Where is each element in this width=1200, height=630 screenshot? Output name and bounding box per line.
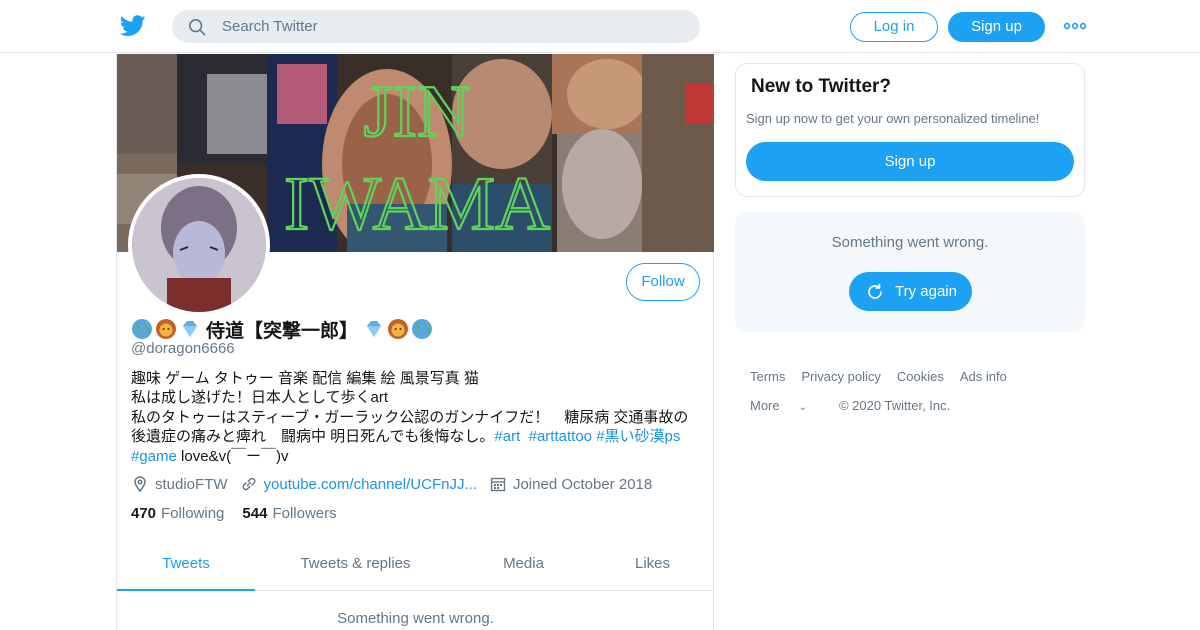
link-icon [242,477,256,491]
refresh-icon [868,283,882,299]
followers-label: Followers [272,505,337,522]
website-item: youtube.com/channel/UCFnJJ... [240,475,477,493]
joined-text: Joined October 2018 [512,475,653,493]
try-again-button[interactable]: Try again [849,272,972,311]
bio-text: 後遺症の痛みと痺れ 闘病中 明日死んでも後悔なし。 [131,428,495,446]
new-to-twitter-title: New to Twitter? [751,76,892,97]
try-again-label: Try again [895,283,957,300]
more-dots-icon[interactable] [1064,18,1086,34]
footer-copyright: © 2020 Twitter, Inc. [839,398,951,413]
following-label: Following [161,505,225,522]
tab-tweets[interactable]: Tweets [117,540,255,591]
avatar-image [132,178,266,312]
bio-line: 私のタトゥーはスティーブ・ガーラック公認のガンナイフだ！ 糖尿病 交通事故の [131,408,689,426]
location-icon [134,476,146,493]
search-box[interactable] [172,10,700,43]
joined-item: Joined October 2018 [489,475,652,493]
bio-line: #game love&v(￣ー￣)v [131,447,701,466]
login-button[interactable]: Log in [850,12,938,42]
gem-emoji [367,321,382,337]
gem-emoji [183,321,197,337]
footer-terms-link[interactable]: Terms [750,369,785,384]
bio-line: 後遺症の痛みと痺れ 闘病中 明日死んでも後悔なし。#art #arttattoo… [131,427,701,446]
hashtag-kuroi-sabaku[interactable]: #黒い砂漠ps [596,428,680,445]
chevron-down-icon: ⌄ [798,402,808,413]
signup-button-sidebar[interactable]: Sign up [746,142,1074,181]
avatar[interactable] [128,174,270,316]
signup-button-header[interactable]: Sign up [948,12,1045,42]
following-count: 470 [131,505,157,522]
display-name: 侍道【突撃一郎】 [131,316,433,342]
follow-button[interactable]: Follow [626,263,700,301]
globe-emoji [412,319,433,339]
profile-column: JIN IWAMA Follow 侍道【突撃一郎】 @doragon6666 趣… [116,54,714,630]
search-input[interactable] [222,10,682,43]
followers-count: 544 [242,505,268,522]
footer-more-menu[interactable]: More ⌄ [750,398,823,413]
hashtag-game[interactable]: #game [131,448,177,465]
lion-emoji [156,319,176,339]
bio-text: love&v(￣ー￣)v [176,447,289,465]
location-item: studioFTW [131,475,228,493]
followers-stat[interactable]: 544 Followers [242,505,336,522]
website-link[interactable]: youtube.com/channel/UCFnJJ... [264,476,477,493]
globe-emoji [132,319,152,339]
feed-error-message: Something went wrong. [337,610,494,627]
footer-ads-link[interactable]: Ads info [960,369,1007,384]
footer-more-label: More [750,398,780,413]
lion-emoji [388,319,409,339]
banner-title-line1: JIN [364,71,471,153]
following-stat[interactable]: 470 Following [131,505,224,522]
profile-bio: 趣味 ゲーム タトゥー 音楽 配信 編集 絵 風景写真 猫 私は成し遂げた！日本… [131,369,701,466]
profile-meta: studioFTW youtube.com/channel/UCFnJJ... … [131,473,664,495]
tab-tweets-replies[interactable]: Tweets & replies [255,540,456,591]
tab-likes[interactable]: Likes [591,540,714,591]
profile-name: 侍道【突撃一郎】 [206,320,359,342]
calendar-icon [490,477,506,492]
footer-links: Terms Privacy policy Cookies Ads info Mo… [750,362,1080,420]
hashtag-arttattoo[interactable]: #arttattoo [529,428,592,445]
profile-stats: 470 Following 544 Followers [131,505,355,522]
search-icon [188,18,206,36]
profile-handle: @doragon6666 [131,340,235,357]
hashtag-art[interactable]: #art [494,428,520,445]
twitter-bird-icon[interactable] [120,14,146,38]
profile-tabs: Tweets Tweets & replies Media Likes [117,540,714,591]
banner-title-line2: IWAMA [284,162,550,246]
bio-line: 趣味 ゲーム タトゥー 音楽 配信 編集 絵 風景写真 猫 [131,370,479,387]
location-text: studioFTW [155,475,228,493]
sidebar-error-message: Something went wrong. [831,234,989,251]
tab-media[interactable]: Media [456,540,591,591]
footer-privacy-link[interactable]: Privacy policy [801,369,880,384]
new-to-twitter-subtitle: Sign up now to get your own personalized… [746,111,1040,126]
new-to-twitter-card: New to Twitter? Sign up now to get your … [735,63,1085,197]
sidebar-error-card: Something went wrong. Try again [735,212,1085,332]
top-navigation-bar: Log in Sign up [0,0,1200,53]
footer-cookies-link[interactable]: Cookies [897,369,944,384]
bio-line: 私は成し遂げた！日本人として歩くart [131,389,389,407]
